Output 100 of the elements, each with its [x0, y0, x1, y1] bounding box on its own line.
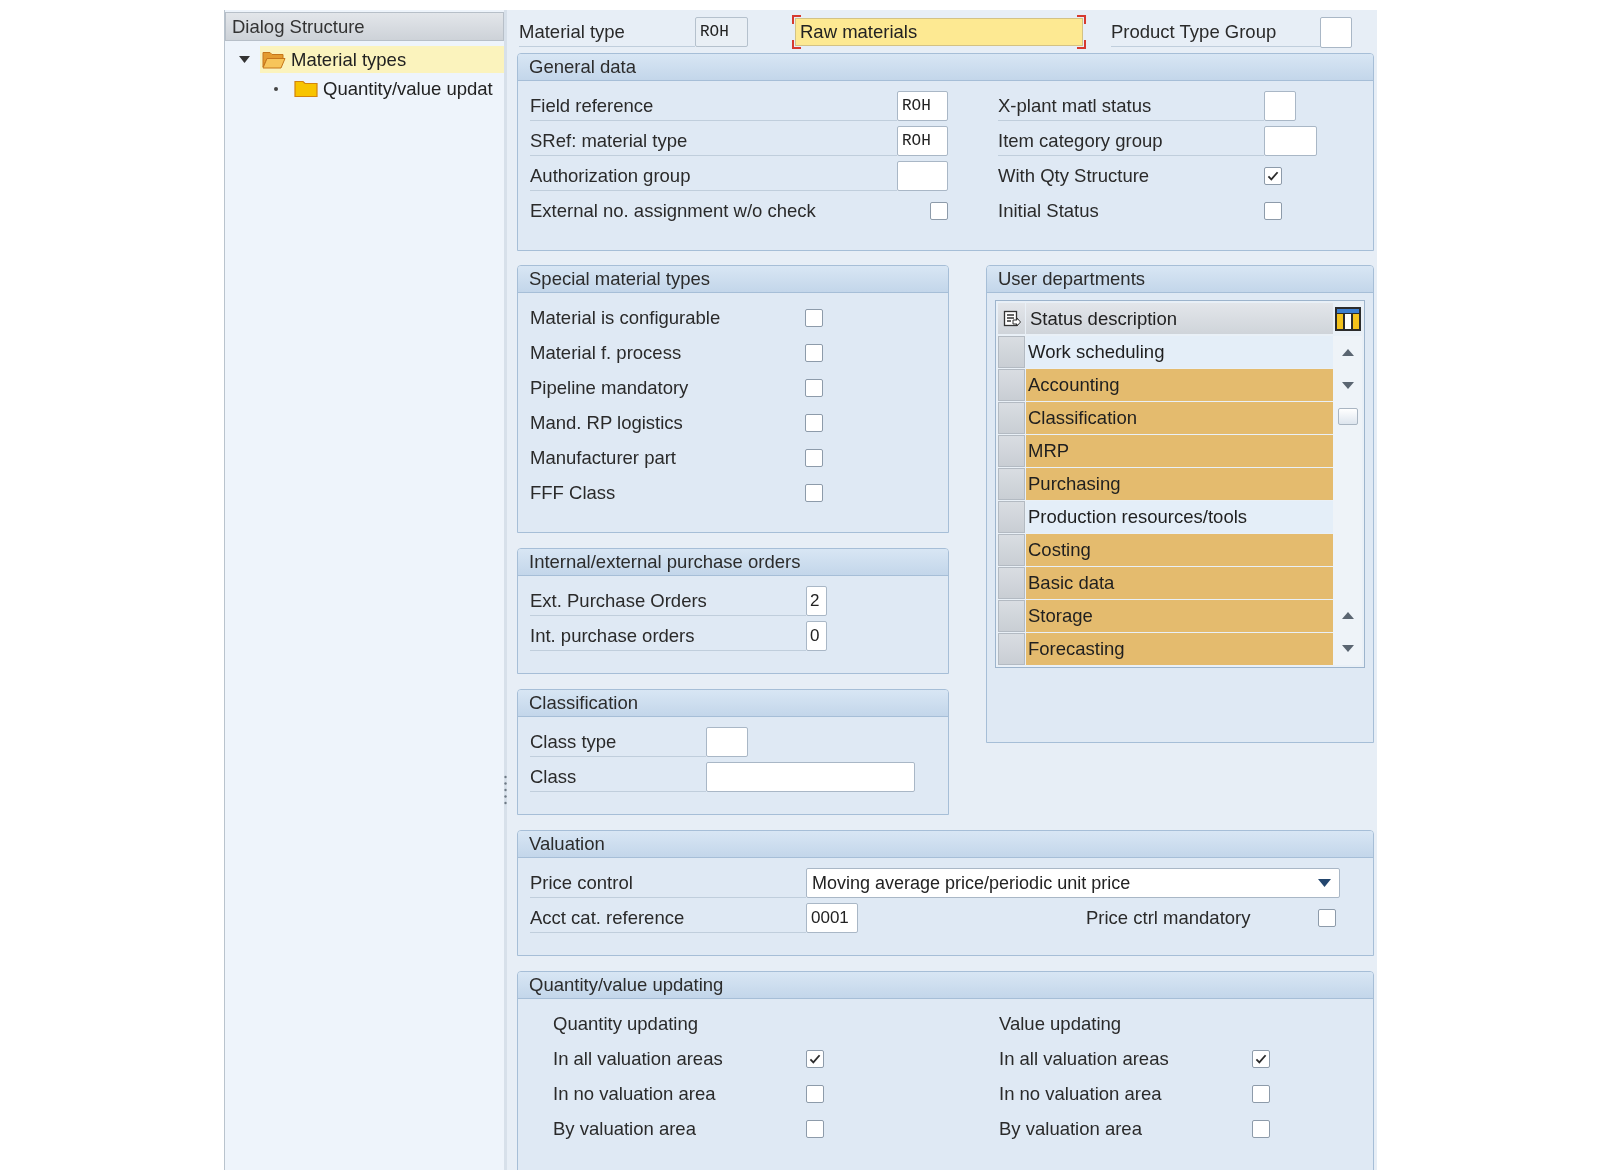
section-header: Special material types	[518, 266, 948, 293]
column-settings-icon[interactable]	[1334, 306, 1361, 331]
row-selector[interactable]	[998, 369, 1025, 401]
scrollbar[interactable]	[1333, 336, 1362, 665]
checkbox[interactable]	[805, 308, 823, 327]
grip-icon[interactable]	[504, 775, 507, 805]
input-field[interactable]: 2	[806, 585, 827, 616]
checkbox-label: In no valuation area	[553, 1082, 716, 1104]
checkbox-label: External no. assignment w/o check	[530, 199, 816, 221]
row-selector[interactable]	[998, 633, 1025, 665]
row-selector[interactable]	[998, 402, 1025, 434]
caret-down-icon[interactable]	[238, 56, 250, 63]
checkbox-label: Mand. RP logistics	[530, 411, 683, 433]
table-cell[interactable]: Production resources/tools	[1026, 501, 1333, 533]
checkbox-label: With Qty Structure	[998, 164, 1150, 186]
arrow-up-icon[interactable]	[1341, 612, 1354, 619]
checkbox-label: FFF Class	[530, 481, 616, 503]
table-cell[interactable]: Purchasing	[1026, 468, 1333, 500]
input-field[interactable]	[897, 160, 948, 191]
bullet-icon	[274, 86, 278, 91]
field-label: Price control	[530, 867, 806, 898]
table-settings-icon[interactable]	[1002, 309, 1021, 328]
checkbox[interactable]	[1252, 1084, 1270, 1103]
table-cell[interactable]: Classification	[1026, 402, 1333, 434]
row-selector[interactable]	[998, 600, 1025, 632]
folder-open-icon	[262, 50, 286, 69]
tree-item[interactable]: Material types	[260, 46, 504, 73]
checkbox-label: Price ctrl mandatory	[1086, 906, 1251, 928]
field-label: Field reference	[530, 90, 897, 121]
checkbox[interactable]	[805, 483, 823, 502]
arrow-down-icon[interactable]	[1341, 645, 1354, 652]
description-field[interactable]: Raw materials	[792, 15, 1086, 49]
table-cell[interactable]: MRP	[1026, 435, 1333, 467]
row-selector[interactable]	[998, 435, 1025, 467]
arrow-up-icon[interactable]	[1341, 349, 1354, 356]
input-field[interactable]	[1264, 90, 1296, 121]
checkbox[interactable]	[805, 343, 823, 362]
group-subtitle: Quantity updating	[553, 1012, 699, 1035]
input-field[interactable]: 0	[806, 620, 827, 651]
column-header[interactable]: Status description	[1026, 303, 1333, 334]
checkmark-icon	[1255, 1053, 1267, 1064]
checkbox[interactable]	[805, 448, 823, 467]
field-label: Authorization group	[530, 160, 897, 191]
input-field[interactable]: ROH	[897, 125, 948, 156]
tree-item[interactable]: Quantity/value updat	[292, 75, 504, 102]
checkbox[interactable]	[805, 378, 823, 397]
checkbox-label: Initial Status	[998, 199, 1099, 221]
checkbox[interactable]	[806, 1049, 824, 1068]
folder-icon	[294, 79, 318, 98]
field-label: Item category group	[998, 125, 1264, 156]
checkbox-label: In all valuation areas	[999, 1047, 1169, 1069]
checkbox[interactable]	[806, 1084, 824, 1103]
input-field[interactable]	[706, 761, 915, 792]
dropdown-field[interactable]: Moving average price/periodic unit price	[806, 867, 1340, 898]
table-cell[interactable]: Storage	[1026, 600, 1333, 632]
field-label: Acct cat. reference	[530, 902, 806, 933]
checkmark-icon	[809, 1053, 821, 1064]
checkbox-label: Pipeline mandatory	[530, 376, 689, 398]
checkbox[interactable]	[1264, 201, 1282, 220]
section-header: Classification	[518, 690, 948, 717]
field-label: Int. purchase orders	[530, 620, 806, 651]
row-selector[interactable]	[998, 534, 1025, 566]
checkbox-label: By valuation area	[999, 1117, 1142, 1139]
checkbox[interactable]	[1252, 1049, 1270, 1068]
table-cell[interactable]: Basic data	[1026, 567, 1333, 599]
checkbox-label: In all valuation areas	[553, 1047, 723, 1069]
section-header: Internal/external purchase orders	[518, 549, 948, 576]
section-header: General data	[518, 54, 1373, 81]
input-field[interactable]: 0001	[806, 902, 858, 933]
field-label: SRef: material type	[530, 125, 897, 156]
input-field[interactable]	[1320, 16, 1352, 48]
checkbox[interactable]	[806, 1119, 824, 1138]
caret-down-icon	[1318, 878, 1331, 887]
checkbox-label: By valuation area	[553, 1117, 696, 1139]
section-header: User departments	[987, 266, 1373, 293]
input-field[interactable]: ROH	[897, 90, 948, 121]
checkbox[interactable]	[1252, 1119, 1270, 1138]
checkbox-label: Manufacturer part	[530, 446, 676, 468]
row-selector[interactable]	[998, 501, 1025, 533]
checkbox-label: Material is configurable	[530, 306, 721, 328]
row-selector[interactable]	[998, 468, 1025, 500]
checkbox[interactable]	[805, 413, 823, 432]
section-header: Valuation	[518, 831, 1373, 858]
checkbox[interactable]	[1318, 908, 1336, 927]
scroll-thumb[interactable]	[1337, 408, 1358, 425]
checkbox-label: In no valuation area	[999, 1082, 1162, 1104]
input-field[interactable]	[1264, 125, 1317, 156]
table-cell[interactable]: Costing	[1026, 534, 1333, 566]
table-cell[interactable]: Accounting	[1026, 369, 1333, 401]
table-cell[interactable]: Work scheduling	[1026, 336, 1333, 368]
row-selector[interactable]	[998, 336, 1025, 368]
row-selector[interactable]	[998, 567, 1025, 599]
input-field[interactable]	[706, 726, 748, 757]
checkbox[interactable]	[930, 201, 948, 220]
checkbox[interactable]	[1264, 166, 1282, 185]
section-header: Quantity/value updating	[518, 972, 1373, 999]
table-cell[interactable]: Forecasting	[1026, 633, 1333, 665]
arrow-down-icon[interactable]	[1341, 382, 1354, 389]
checkmark-icon	[1267, 170, 1279, 181]
input-field[interactable]: ROH	[695, 17, 748, 47]
